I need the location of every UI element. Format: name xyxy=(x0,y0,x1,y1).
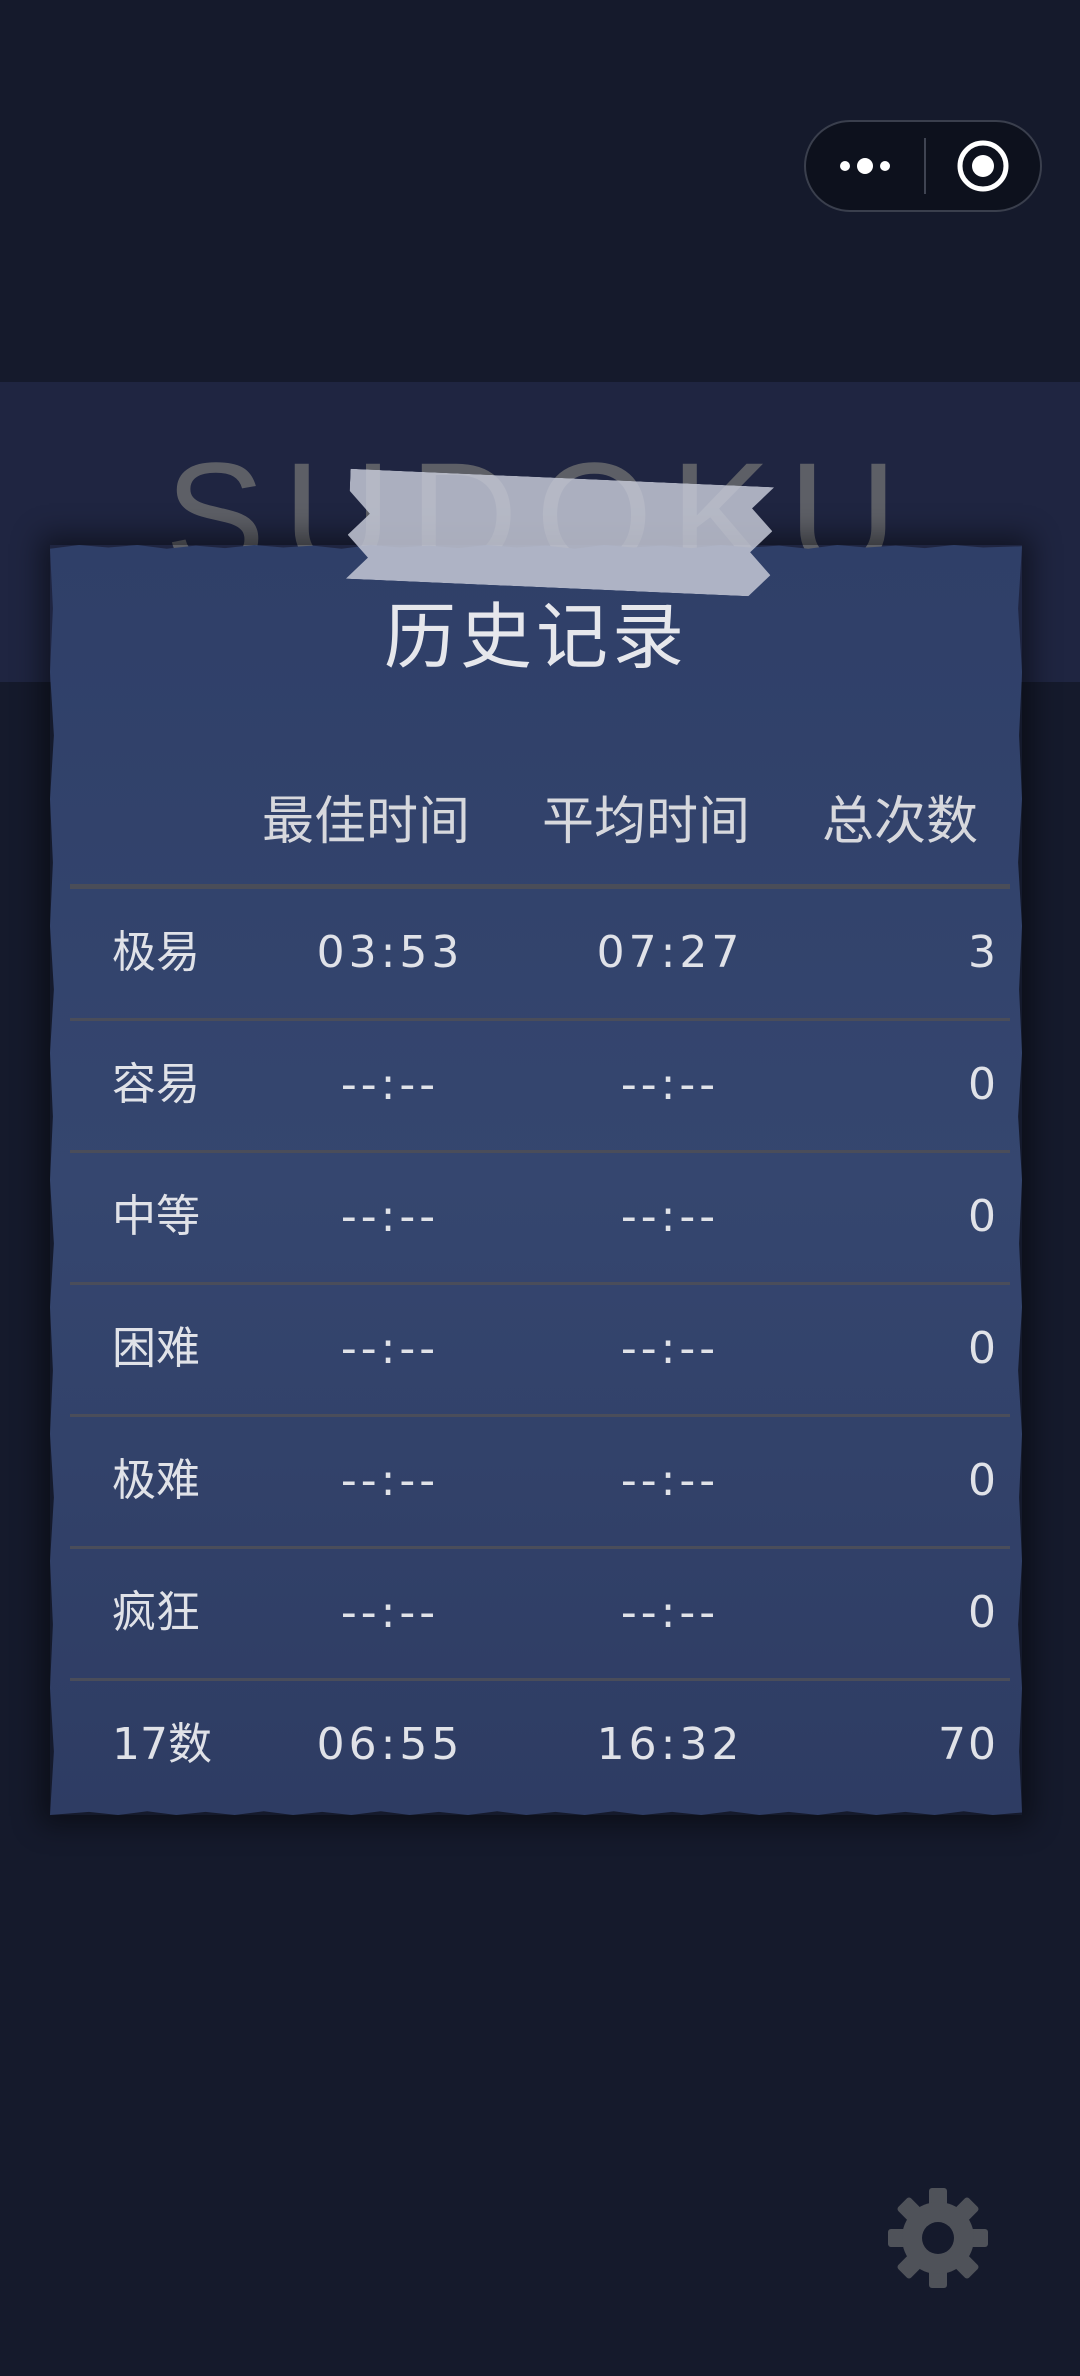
level-name: 极易 xyxy=(112,927,200,978)
best-time: --:-- xyxy=(340,1587,440,1638)
level-name: 中等 xyxy=(112,1191,200,1242)
target-circle-icon xyxy=(957,140,1009,192)
best-time: 03:53 xyxy=(316,927,464,978)
history-table: 最佳时间 平均时间 总次数 极易 03:53 07:27 3 容易 --:-- … xyxy=(70,760,1010,1810)
average-time: --:-- xyxy=(620,1059,720,1110)
settings-button[interactable] xyxy=(886,2186,990,2290)
table-row: 中等 --:-- --:-- 0 xyxy=(70,1153,1010,1285)
best-time: --:-- xyxy=(340,1323,440,1374)
best-time: 06:55 xyxy=(316,1719,464,1770)
gear-icon xyxy=(888,2188,988,2288)
average-time: --:-- xyxy=(620,1455,720,1506)
more-dots-icon xyxy=(840,158,890,174)
average-time: --:-- xyxy=(620,1587,720,1638)
table-row: 容易 --:-- --:-- 0 xyxy=(70,1021,1010,1153)
level-name: 疯狂 xyxy=(112,1587,200,1638)
history-page: SUDOKU 历史记录 最佳时间 平均时间 总次数 极易 03:53 07:27… xyxy=(0,0,1080,2376)
column-total-count: 总次数 xyxy=(822,792,979,852)
total-count: 3 xyxy=(968,927,998,978)
miniprogram-capsule xyxy=(804,120,1042,212)
level-name: 容易 xyxy=(112,1059,200,1110)
average-time: --:-- xyxy=(620,1191,720,1242)
total-count: 0 xyxy=(968,1191,998,1242)
table-row: 极难 --:-- --:-- 0 xyxy=(70,1417,1010,1549)
table-header: 最佳时间 平均时间 总次数 xyxy=(70,760,1010,889)
tape-decoration xyxy=(346,469,774,597)
total-count: 0 xyxy=(968,1587,998,1638)
average-time: 16:32 xyxy=(596,1719,744,1770)
more-button[interactable] xyxy=(806,122,924,210)
average-time: --:-- xyxy=(620,1323,720,1374)
level-name: 极难 xyxy=(112,1455,200,1506)
table-row: 困难 --:-- --:-- 0 xyxy=(70,1285,1010,1417)
level-name: 17数 xyxy=(112,1719,212,1770)
best-time: --:-- xyxy=(340,1059,440,1110)
best-time: --:-- xyxy=(340,1455,440,1506)
table-row: 疯狂 --:-- --:-- 0 xyxy=(70,1549,1010,1681)
close-button[interactable] xyxy=(926,122,1040,210)
column-best-time: 最佳时间 xyxy=(262,792,471,852)
level-name: 困难 xyxy=(112,1323,200,1374)
average-time: 07:27 xyxy=(596,927,744,978)
total-count: 0 xyxy=(968,1455,998,1506)
total-count: 70 xyxy=(938,1719,998,1770)
total-count: 0 xyxy=(968,1323,998,1374)
best-time: --:-- xyxy=(340,1191,440,1242)
history-title: 历史记录 xyxy=(383,595,688,679)
table-row: 17数 06:55 16:32 70 xyxy=(70,1681,1010,1810)
column-average-time: 平均时间 xyxy=(542,792,751,852)
table-row: 极易 03:53 07:27 3 xyxy=(70,889,1010,1021)
total-count: 0 xyxy=(968,1059,998,1110)
